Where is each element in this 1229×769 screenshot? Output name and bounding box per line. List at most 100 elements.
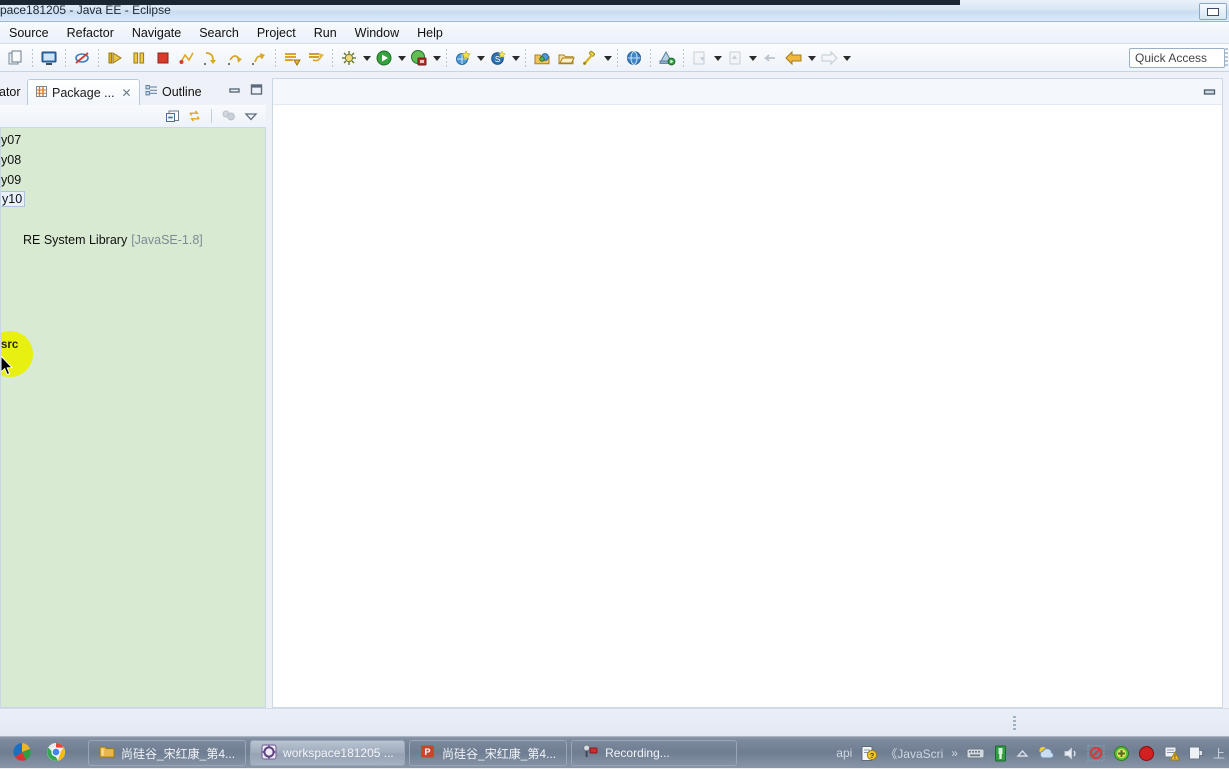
show-hidden-icons-icon[interactable] xyxy=(1016,748,1029,759)
eclipse-workspace-icon xyxy=(261,744,277,763)
copy-icon[interactable] xyxy=(5,47,27,69)
menu-run[interactable]: Run xyxy=(305,24,346,42)
left-view-stack: ator Package ... ✕ Outline y07 y08 y09 y… xyxy=(0,78,266,708)
open-package-icon[interactable] xyxy=(531,47,553,69)
minimize-editor-icon[interactable] xyxy=(1203,86,1216,96)
menu-source[interactable]: Source xyxy=(0,24,58,42)
link-with-editor-icon[interactable] xyxy=(187,109,202,123)
coverage-dropdown-arrow[interactable] xyxy=(431,47,442,69)
skip-breakpoints-icon[interactable] xyxy=(71,47,93,69)
taskbar-buttons: 尚硅谷_宋红康_第4... workspace181205 ... P 尚硅谷_… xyxy=(88,740,738,766)
view-toolbar xyxy=(0,105,266,128)
step-into-icon[interactable] xyxy=(200,47,222,69)
suspend-icon[interactable] xyxy=(128,47,150,69)
back-dropdown-arrow[interactable] xyxy=(806,47,817,69)
step-over-icon[interactable] xyxy=(224,47,246,69)
block-icon[interactable] xyxy=(1087,745,1105,762)
record-stop-icon[interactable] xyxy=(1138,745,1155,762)
web-browser-icon[interactable] xyxy=(623,47,645,69)
green-plus-icon[interactable] xyxy=(1113,745,1130,762)
back-icon[interactable] xyxy=(783,47,805,69)
tray-overflow-chevron[interactable]: » xyxy=(951,746,958,760)
debug-dropdown-arrow[interactable] xyxy=(361,47,372,69)
coverage-icon[interactable] xyxy=(408,47,430,69)
taskbar-item-folder[interactable]: 尚硅谷_宋红康_第4... xyxy=(88,740,247,766)
next-annotation-dropdown-arrow[interactable] xyxy=(712,47,723,69)
step-return-icon[interactable] xyxy=(248,47,270,69)
status-bar-resize-grip[interactable] xyxy=(1013,716,1016,732)
toolbar-separator xyxy=(650,49,651,67)
tree-row[interactable]: y09 xyxy=(1,170,21,190)
menu-help[interactable]: Help xyxy=(408,24,452,42)
plug-icon[interactable] xyxy=(1188,745,1205,761)
taskbar-item-recording[interactable]: Recording... xyxy=(571,740,738,766)
quick-access-input[interactable]: Quick Access xyxy=(1129,48,1225,68)
weather-icon[interactable] xyxy=(1037,745,1055,761)
open-type-icon[interactable] xyxy=(555,47,577,69)
menu-navigate[interactable]: Navigate xyxy=(123,24,190,42)
run-as-server-icon[interactable] xyxy=(656,47,678,69)
taskbar-item-label: workspace181205 ... xyxy=(283,746,394,760)
main-toolbar: S Quick Access xyxy=(0,44,1229,72)
toolbar-drag-handle[interactable] xyxy=(1225,48,1228,68)
tab-outline[interactable]: Outline xyxy=(138,80,209,104)
tree-row[interactable]: y08 xyxy=(1,150,21,170)
last-edit-location-icon[interactable] xyxy=(759,47,781,69)
next-annotation-icon[interactable] xyxy=(689,47,711,69)
mouse-cursor-icon xyxy=(1,355,15,376)
maximize-icon[interactable] xyxy=(249,83,264,97)
usb-icon[interactable] xyxy=(993,745,1008,762)
volume-icon[interactable] xyxy=(1063,746,1079,761)
close-icon[interactable]: ✕ xyxy=(122,86,132,100)
restore-window-button[interactable] xyxy=(1199,3,1227,20)
search-icon[interactable] xyxy=(579,47,601,69)
debug-icon[interactable] xyxy=(338,47,360,69)
tab-package-explorer[interactable]: Package ... ✕ xyxy=(27,79,140,105)
tab-navigator[interactable]: ator xyxy=(0,80,28,104)
collapse-all-icon[interactable] xyxy=(165,109,180,123)
view-menu-icon[interactable] xyxy=(243,109,258,123)
tree-item-suffix: [JavaSE-1.8] xyxy=(131,233,203,247)
tree-row[interactable]: RE System Library [JavaSE-1.8] xyxy=(1,230,203,250)
menu-window[interactable]: Window xyxy=(346,24,408,42)
chrome-icon[interactable] xyxy=(46,742,66,765)
run-icon[interactable] xyxy=(373,47,395,69)
warning-network-icon[interactable]: ! xyxy=(1163,745,1180,761)
terminate-icon[interactable] xyxy=(152,47,174,69)
taskbar-item-workspace[interactable]: workspace181205 ... xyxy=(250,740,406,766)
save-icon[interactable] xyxy=(281,47,303,69)
minimize-icon[interactable] xyxy=(227,83,242,97)
package-explorer-icon xyxy=(35,85,48,101)
toolbar-separator xyxy=(65,49,66,67)
forward-dropdown-arrow[interactable] xyxy=(841,47,852,69)
new-element-icon[interactable]: S xyxy=(487,47,509,69)
save-all-icon[interactable] xyxy=(305,47,327,69)
new-wizard-dropdown-arrow[interactable] xyxy=(475,47,486,69)
menu-project[interactable]: Project xyxy=(248,24,305,42)
search-dropdown-arrow[interactable] xyxy=(602,47,613,69)
package-explorer-tree[interactable]: y07 y08 y09 y10 src RE System Library [J… xyxy=(0,128,266,708)
disconnect-icon[interactable] xyxy=(176,47,198,69)
editor-area[interactable] xyxy=(272,78,1223,708)
previous-annotation-icon[interactable] xyxy=(724,47,746,69)
forward-icon[interactable] xyxy=(818,47,840,69)
pinwheel-icon[interactable] xyxy=(12,742,32,765)
taskbar-item-powerpoint[interactable]: P 尚硅谷_宋红康_第4... xyxy=(409,740,568,766)
new-wizard-icon[interactable] xyxy=(452,47,474,69)
focus-on-active-task-icon[interactable] xyxy=(221,109,236,123)
toolbar-separator xyxy=(332,49,333,67)
run-dropdown-arrow[interactable] xyxy=(396,47,407,69)
tree-row[interactable]: src xyxy=(1,210,18,231)
menu-search[interactable]: Search xyxy=(190,24,248,42)
menu-refactor[interactable]: Refactor xyxy=(58,24,123,42)
tree-item-label: y08 xyxy=(1,153,22,167)
resume-icon[interactable] xyxy=(104,47,126,69)
tree-row[interactable]: y07 xyxy=(1,130,21,150)
help-doc-icon[interactable]: ? xyxy=(860,745,878,762)
new-java-ee-icon[interactable] xyxy=(38,47,60,69)
previous-annotation-dropdown-arrow[interactable] xyxy=(747,47,758,69)
keyboard-icon[interactable] xyxy=(966,746,985,760)
system-tray: api ? 《JavaScri » ! 上 xyxy=(836,737,1225,769)
new-element-dropdown-arrow[interactable] xyxy=(510,47,521,69)
tree-row[interactable]: y10 xyxy=(1,189,26,209)
